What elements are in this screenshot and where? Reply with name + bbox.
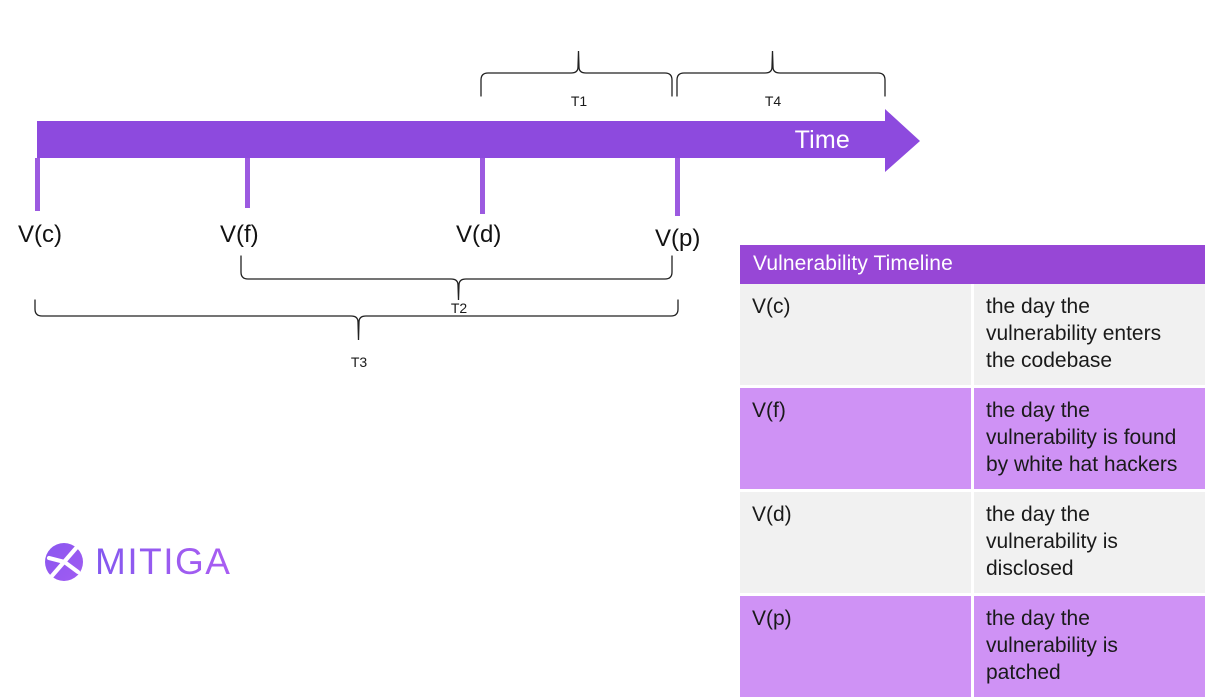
brace-t4 (676, 50, 886, 97)
table-cell-description: the day the vulnerability is patched (972, 596, 1205, 697)
table-cell-key: V(p) (740, 596, 974, 697)
event-label-vc: V(c) (18, 221, 62, 248)
event-label-vf: V(f) (220, 221, 259, 248)
event-label-vp: V(p) (655, 225, 701, 252)
diagram-canvas: Time V(c) V(f) V(d) V(p) T1 T4 T2 T3 Vul… (0, 0, 1221, 697)
span-label-t4: T4 (764, 93, 782, 109)
table-row: V(p) the day the vulnerability is patche… (740, 596, 1205, 697)
time-axis-label: Time (794, 126, 850, 154)
table-title: Vulnerability Timeline (740, 245, 1205, 284)
span-label-t3: T3 (350, 354, 368, 370)
table-header-row: Vulnerability Timeline (740, 245, 1205, 284)
brace-t1 (480, 50, 673, 97)
table-cell-key: V(c) (740, 284, 974, 385)
vulnerability-timeline-table: Vulnerability Timeline V(c) the day the … (740, 245, 1205, 697)
brand-logo: MITIGA (40, 538, 231, 586)
brace-t2 (240, 255, 673, 301)
event-label-vd: V(d) (456, 221, 502, 248)
span-label-t2: T2 (450, 300, 468, 316)
table-row: V(d) the day the vulnerability is disclo… (740, 492, 1205, 593)
brand-wordmark: MITIGA (95, 541, 232, 582)
mitiga-mark-icon (45, 543, 83, 581)
table-cell-key: V(f) (740, 388, 974, 489)
brace-t3 (34, 299, 679, 341)
span-label-t1: T1 (570, 93, 588, 109)
table-row: V(c) the day the vulnerability enters th… (740, 284, 1205, 385)
table-cell-description: the day the vulnerability is disclosed (972, 492, 1205, 593)
table-cell-description: the day the vulnerability is found by wh… (972, 388, 1205, 489)
table-cell-key: V(d) (740, 492, 974, 593)
table-cell-description: the day the vulnerability enters the cod… (972, 284, 1205, 385)
table-row: V(f) the day the vulnerability is found … (740, 388, 1205, 489)
